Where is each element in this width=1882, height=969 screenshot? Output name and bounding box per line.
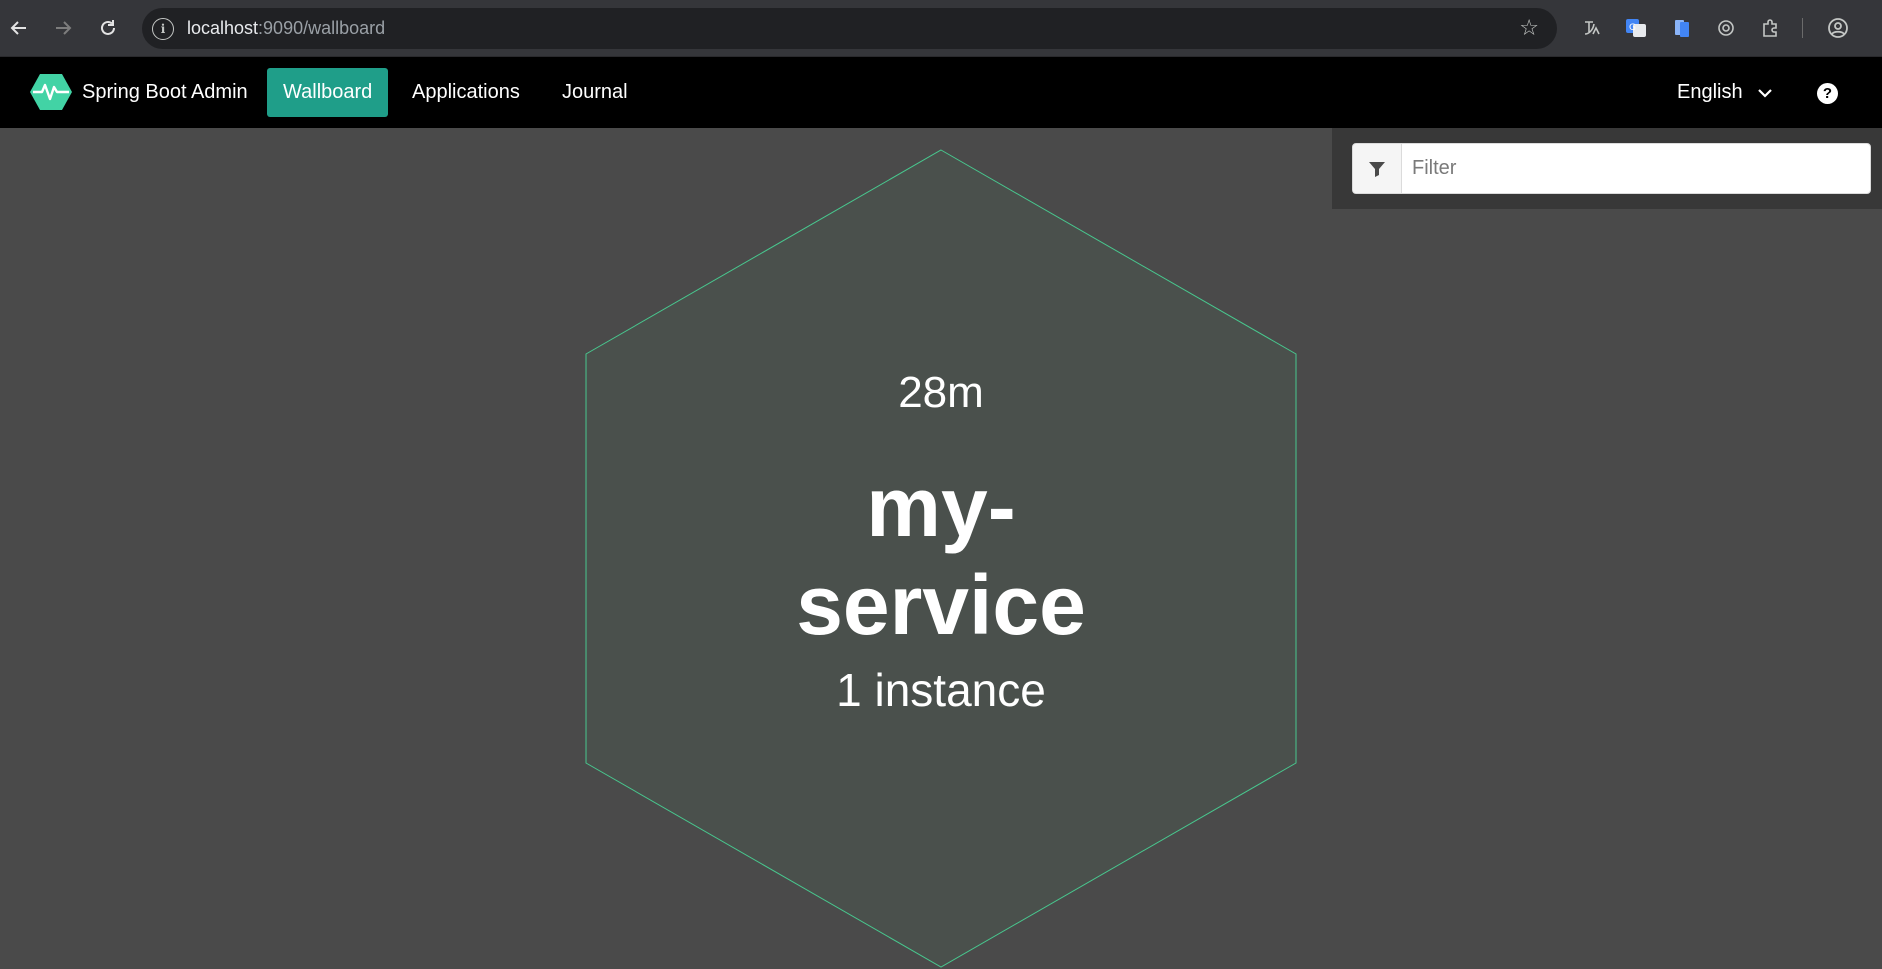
extension-google-translate-icon[interactable]: G (1622, 14, 1650, 42)
filter-panel (1332, 128, 1882, 209)
reload-icon[interactable] (94, 14, 122, 42)
address-bar[interactable]: i localhost:9090/wallboard ☆ (142, 8, 1557, 49)
url-path: :9090/wallboard (258, 18, 386, 38)
filter-field (1352, 143, 1871, 194)
spring-boot-admin-logo-icon (30, 74, 72, 110)
language-label: English (1677, 81, 1743, 103)
extension-openai-icon[interactable] (1712, 14, 1740, 42)
brand-name: Spring Boot Admin (82, 80, 248, 103)
nav-applications[interactable]: Applications (396, 68, 536, 117)
extensions-puzzle-icon[interactable] (1756, 14, 1784, 42)
nav-journal[interactable]: Journal (546, 68, 644, 117)
application-name: my-service (796, 460, 1086, 652)
wallboard: 28m my-service 1 instance (0, 128, 1882, 969)
forward-icon[interactable] (49, 14, 77, 42)
toolbar-separator (1802, 18, 1803, 38)
extension-translate-icon[interactable] (1578, 14, 1606, 42)
svg-text:G: G (1629, 23, 1636, 33)
site-info-icon[interactable]: i (152, 18, 174, 40)
url-text[interactable]: localhost:9090/wallboard (187, 18, 385, 39)
profile-icon[interactable] (1824, 14, 1852, 42)
filter-icon (1353, 144, 1402, 193)
app-navbar: Spring Boot Admin Wallboard Applications… (0, 57, 1882, 128)
nav-wallboard[interactable]: Wallboard (267, 68, 389, 117)
filter-input[interactable] (1402, 144, 1870, 193)
application-uptime: 28m (898, 368, 984, 417)
help-icon[interactable]: ? (1817, 83, 1838, 104)
browser-toolbar: i localhost:9090/wallboard ☆ G (0, 0, 1882, 57)
bookmark-star-icon[interactable]: ☆ (1519, 15, 1539, 41)
chevron-down-icon (1757, 88, 1772, 98)
language-selector[interactable]: English (1677, 81, 1773, 104)
extension-docs-icon[interactable] (1668, 14, 1696, 42)
application-instance-count: 1 instance (836, 664, 1046, 716)
back-icon[interactable] (5, 14, 33, 42)
brand[interactable]: Spring Boot Admin (30, 73, 248, 111)
url-host: localhost (187, 18, 259, 38)
